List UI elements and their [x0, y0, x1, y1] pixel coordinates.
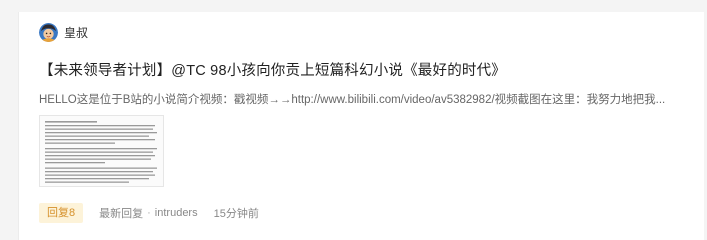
last-reply-user[interactable]: intruders	[155, 207, 198, 219]
thread-card[interactable]: 皇叔 【未来领导者计划】@TC 98小孩向你贡上短篇科幻小说《最好的时代》 HE…	[18, 12, 704, 240]
thread-thumbnail[interactable]	[39, 115, 164, 187]
thread-summary: HELLO这是位于B站的小说简介视频：戳视频→→http://www.bilib…	[39, 94, 666, 106]
reply-count-badge[interactable]: 回复8	[39, 203, 84, 223]
thread-meta: 回复8 最新回复 · intruders 15分钟前	[39, 202, 259, 224]
author-row: 皇叔	[39, 22, 88, 42]
cartoon-avatar-icon[interactable]	[39, 22, 58, 42]
last-reply-label: 最新回复	[99, 208, 144, 220]
meta-separator: ·	[147, 207, 151, 219]
last-reply-time: 15分钟前	[213, 208, 259, 220]
document-screenshot-icon	[45, 121, 157, 183]
thread-title[interactable]: 【未来领导者计划】@TC 98小孩向你贡上短篇科幻小说《最好的时代》	[39, 59, 506, 80]
author-name[interactable]: 皇叔	[64, 24, 88, 41]
